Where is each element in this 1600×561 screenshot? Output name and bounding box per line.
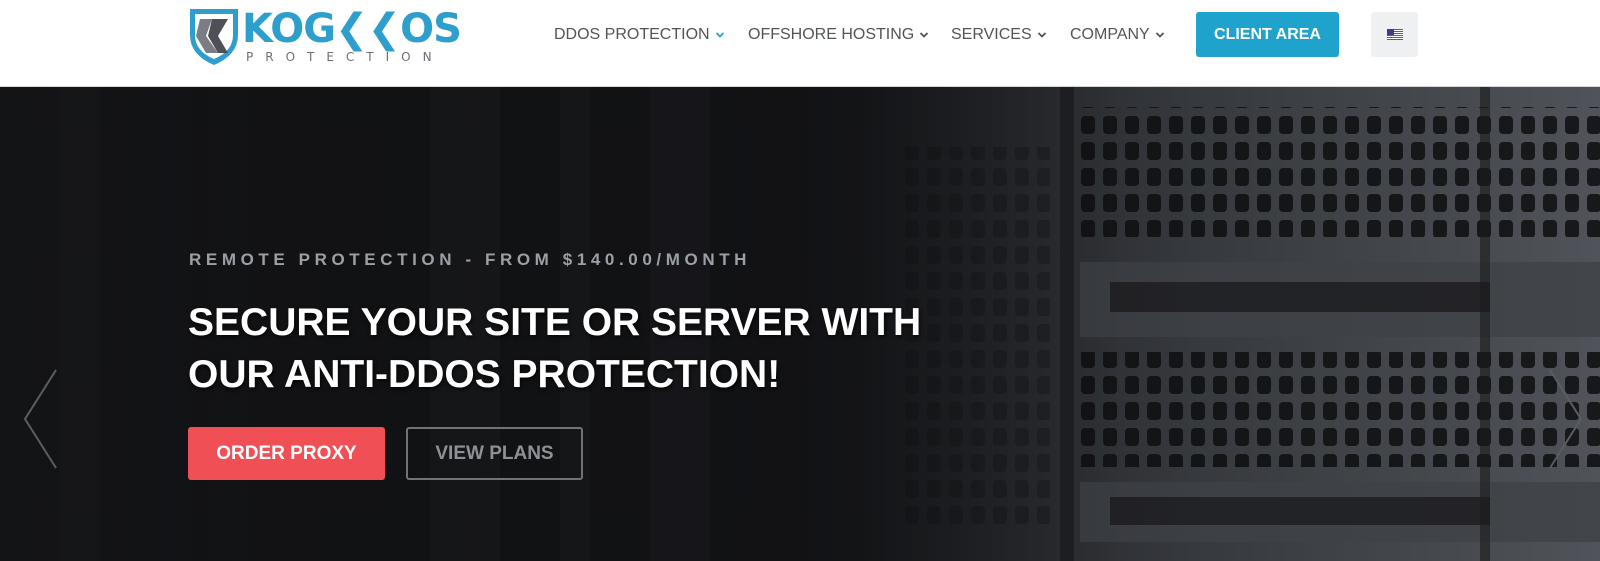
shield-logo-icon xyxy=(190,9,238,65)
us-flag-icon xyxy=(1386,29,1403,40)
hero-slider: REMOTE PROTECTION - FROM $140.00/MONTH S… xyxy=(0,87,1600,561)
hero-headline-line2: OUR ANTI-DDOS PROTECTION! xyxy=(188,353,781,396)
nav-ddos-protection[interactable]: DDOS PROTECTION xyxy=(554,24,725,46)
chevron-right-icon[interactable] xyxy=(1548,368,1584,470)
nav-offshore-hosting[interactable]: OFFSHORE HOSTING xyxy=(748,24,929,46)
chevron-down-icon xyxy=(715,30,725,40)
nav-company-label: COMPANY xyxy=(1070,26,1150,43)
language-selector[interactable] xyxy=(1371,12,1418,57)
logo-word-end: OS xyxy=(400,6,462,52)
view-plans-button[interactable]: VIEW PLANS xyxy=(406,427,583,480)
nav-company[interactable]: COMPANY xyxy=(1070,24,1165,46)
site-header: KOG❮❮OS PROTECTION DDOS PROTECTION OFFSH… xyxy=(0,0,1600,87)
logo-wordmark: KOG❮❮OS xyxy=(242,6,462,52)
hero-headline-line1: SECURE YOUR SITE OR SERVER WITH xyxy=(188,301,922,344)
logo-word-start: KOG xyxy=(242,6,336,52)
chevron-down-icon xyxy=(1155,30,1165,40)
order-proxy-button[interactable]: ORDER PROXY xyxy=(188,427,385,480)
logo-arrows-mark: ❮❮ xyxy=(335,6,401,52)
brand-logo[interactable]: KOG❮❮OS PROTECTION xyxy=(186,5,486,67)
hero-eyebrow: REMOTE PROTECTION - FROM $140.00/MONTH xyxy=(189,250,752,269)
hero-headline: SECURE YOUR SITE OR SERVER WITH OUR ANTI… xyxy=(188,297,948,401)
nav-services[interactable]: SERVICES xyxy=(951,24,1047,46)
nav-ddos-protection-label: DDOS PROTECTION xyxy=(554,26,710,43)
nav-offshore-hosting-label: OFFSHORE HOSTING xyxy=(748,26,915,43)
logo-tagline: PROTECTION xyxy=(246,50,444,64)
chevron-down-icon xyxy=(919,30,929,40)
chevron-down-icon xyxy=(1037,30,1047,40)
client-area-button[interactable]: CLIENT AREA xyxy=(1196,12,1339,57)
nav-services-label: SERVICES xyxy=(951,26,1032,43)
chevron-left-icon[interactable] xyxy=(22,368,58,470)
